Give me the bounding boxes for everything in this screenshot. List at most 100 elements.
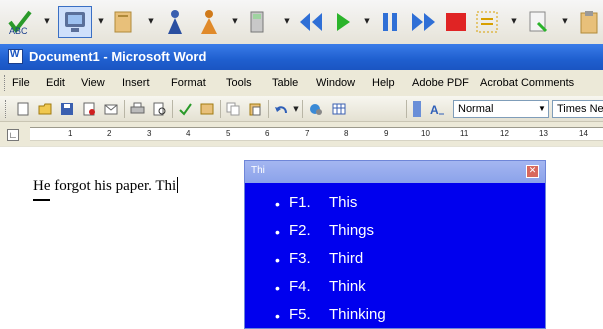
fast-forward-icon[interactable]: [410, 10, 438, 34]
pause-icon[interactable]: [380, 10, 400, 34]
clipboard-icon[interactable]: [578, 9, 600, 35]
hyperlink-icon[interactable]: [308, 102, 323, 116]
typed-text: He forgot his paper. Thi: [33, 178, 177, 194]
toolbar-separator: [302, 100, 303, 118]
suggestion-word: Think: [329, 278, 366, 295]
ruler-label: 4: [186, 129, 191, 138]
menu-table[interactable]: Table: [272, 77, 298, 89]
menu-help[interactable]: Help: [372, 77, 395, 89]
assistive-toolbar: ABC ▼ ▼ ▼ ▼ ▼ ▼ ▼ ▼: [0, 0, 603, 44]
suggestion-key: F5.: [289, 306, 311, 323]
menu-view[interactable]: View: [81, 77, 105, 89]
person-dropdown-icon[interactable]: ▼: [231, 17, 239, 25]
ruler-label: 14: [579, 129, 588, 138]
menu-adobe-pdf[interactable]: Adobe PDF: [412, 77, 469, 89]
copy-icon[interactable]: [226, 102, 241, 116]
ruler-label: 8: [344, 129, 349, 138]
stop-icon[interactable]: [444, 10, 468, 34]
menu-tools[interactable]: Tools: [226, 77, 252, 89]
close-icon[interactable]: ✕: [526, 165, 539, 178]
spelling-icon[interactable]: [178, 102, 193, 116]
ruler-label: 3: [147, 129, 152, 138]
ruler-row: ∟ 1 2 3 4 5 6 7 8 9 10 11 12 13 14: [0, 122, 603, 146]
menu-format[interactable]: Format: [171, 77, 206, 89]
menu-insert[interactable]: Insert: [122, 77, 150, 89]
toolbar-separator: [124, 100, 125, 118]
calculator-icon[interactable]: [249, 10, 265, 34]
toolbar-grip-handle[interactable]: [5, 100, 6, 118]
ruler-label: 1: [68, 129, 73, 138]
ruler-label: 10: [421, 129, 430, 138]
table-icon[interactable]: [332, 102, 347, 116]
menu-edit[interactable]: Edit: [46, 77, 65, 89]
suggestion-word: Third: [329, 250, 364, 267]
word-underline-mark: [33, 199, 50, 201]
monitor-icon[interactable]: [58, 6, 92, 38]
menu-grip-handle[interactable]: [4, 75, 7, 91]
toolbar-separator: [268, 100, 269, 118]
tab-selector-icon[interactable]: ∟: [7, 129, 19, 141]
scan-dropdown-icon[interactable]: ▼: [561, 17, 569, 25]
chevron-down-icon[interactable]: ▼: [538, 104, 546, 113]
horizontal-ruler[interactable]: 1 2 3 4 5 6 7 8 9 10 11 12 13 14: [30, 127, 603, 141]
menu-bar: File Edit View Insert Format Tools Table…: [0, 70, 603, 96]
permission-icon[interactable]: [82, 102, 97, 116]
paste-icon[interactable]: [248, 102, 263, 116]
bullet-icon: •: [275, 308, 280, 324]
email-icon[interactable]: [104, 102, 119, 116]
toolbar-options-icon[interactable]: [412, 100, 422, 118]
ruler-label: 2: [107, 129, 112, 138]
suggestion-word: This: [329, 194, 358, 211]
scan-icon[interactable]: [526, 9, 552, 35]
research-icon[interactable]: [200, 102, 215, 116]
rewind-icon[interactable]: [298, 10, 324, 34]
menu-acrobat-comments[interactable]: Acrobat Comments: [480, 77, 574, 89]
suggestion-word: Thinking: [329, 306, 386, 323]
new-document-icon[interactable]: [16, 102, 31, 116]
undo-dropdown-icon[interactable]: ▼: [292, 105, 300, 113]
ruler-label: 9: [384, 129, 389, 138]
person-blue-icon[interactable]: [165, 8, 185, 36]
abc-check-icon[interactable]: ABC: [6, 8, 36, 36]
book-icon[interactable]: [112, 10, 134, 34]
person-orange-icon[interactable]: [198, 8, 220, 36]
open-folder-icon[interactable]: [38, 102, 53, 116]
menu-window[interactable]: Window: [316, 77, 355, 89]
highlight-icon[interactable]: [474, 9, 500, 35]
play-icon[interactable]: [334, 10, 352, 34]
ruler-label: 11: [460, 129, 469, 138]
word-prediction-popup: Thi ✕ • F1. This • F2. Things • F3. Thir…: [244, 160, 546, 329]
ruler-label: 13: [539, 129, 548, 138]
popup-title: Thi: [251, 165, 265, 176]
abc-dropdown-icon[interactable]: ▼: [43, 17, 51, 25]
toolbar-separator: [406, 100, 407, 118]
suggestion-key: F3.: [289, 250, 311, 267]
play-dropdown-icon[interactable]: ▼: [363, 17, 371, 25]
print-preview-icon[interactable]: [152, 102, 167, 116]
svg-text:ABC: ABC: [9, 26, 28, 36]
word-document-icon: [8, 49, 23, 64]
suggestion-word: Things: [329, 222, 375, 239]
monitor-dropdown-icon[interactable]: ▼: [97, 17, 105, 25]
toolbar-separator: [220, 100, 221, 118]
text-caret: [177, 177, 179, 193]
save-icon[interactable]: [60, 102, 75, 116]
highlight-dropdown-icon[interactable]: ▼: [510, 17, 518, 25]
suggestion-key: F1.: [289, 194, 311, 211]
print-icon[interactable]: [130, 102, 145, 116]
undo-icon[interactable]: [274, 102, 289, 116]
calculator-dropdown-icon[interactable]: ▼: [283, 17, 291, 25]
menu-file[interactable]: File: [12, 77, 30, 89]
title-bar: Document1 - Microsoft Word: [0, 44, 603, 70]
standard-toolbar: ▼ A Normal ▼ Times New: [0, 96, 603, 122]
style-select[interactable]: Normal: [453, 100, 549, 118]
window-title: Document1 - Microsoft Word: [29, 49, 207, 64]
ruler-label: 12: [500, 129, 509, 138]
styles-pane-icon[interactable]: A: [430, 102, 445, 117]
svg-text:A: A: [430, 103, 439, 116]
document-text[interactable]: He forgot his paper. Thi: [33, 177, 179, 195]
ruler-label: 7: [305, 129, 310, 138]
book-dropdown-icon[interactable]: ▼: [147, 17, 155, 25]
popup-title-bar[interactable]: Thi ✕: [245, 161, 545, 183]
font-select[interactable]: Times New: [552, 100, 603, 118]
